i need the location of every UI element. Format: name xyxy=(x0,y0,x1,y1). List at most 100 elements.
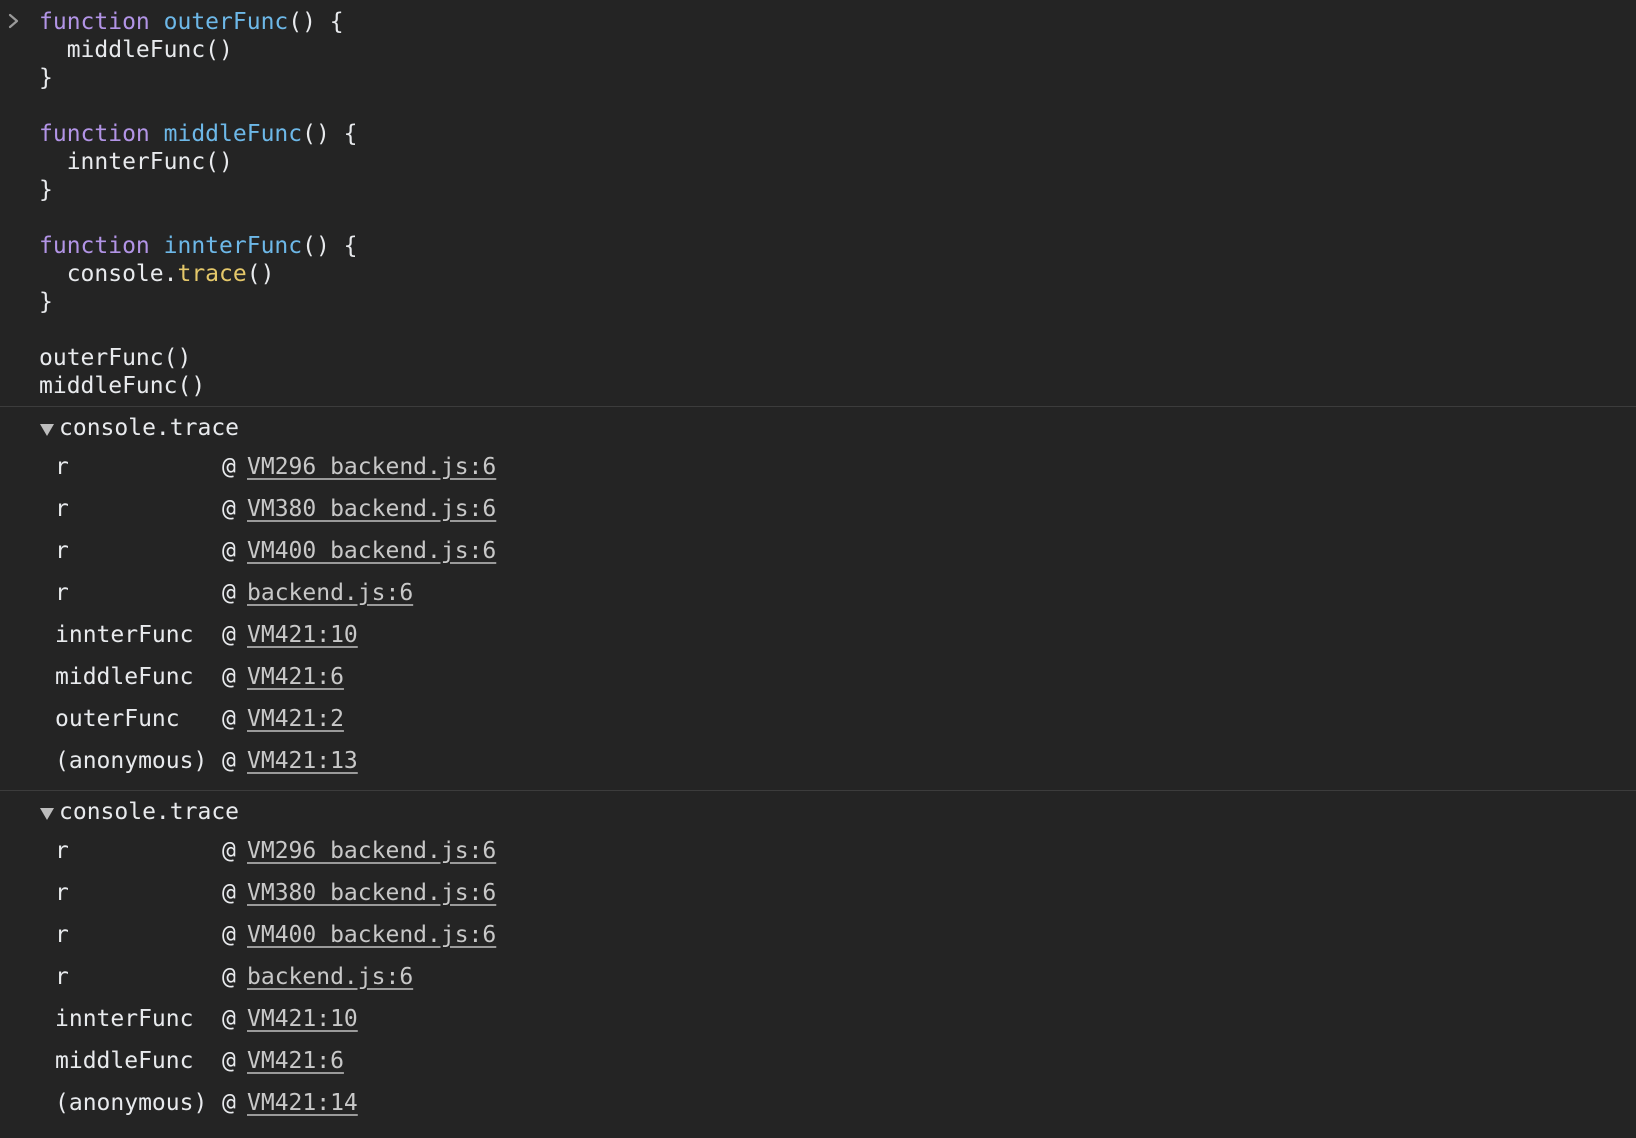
stack-frame-row: middleFunc @ VM421:6 xyxy=(55,656,1636,698)
code-token: function xyxy=(39,9,150,35)
code-line: function innterFunc() { xyxy=(39,232,1636,260)
frame-function-name: innterFunc xyxy=(55,622,194,648)
stack-frame-row: r @ backend.js:6 xyxy=(55,956,1636,998)
frame-at-symbol: @ xyxy=(222,1006,236,1032)
source-link[interactable]: backend.js:6 xyxy=(247,580,413,606)
code-token: outerFunc() xyxy=(39,345,192,371)
source-link[interactable]: VM421:10 xyxy=(247,1006,358,1032)
stack-frame-row: r @ VM400 backend.js:6 xyxy=(55,914,1636,956)
source-link[interactable]: VM296 backend.js:6 xyxy=(247,838,496,864)
code-token: function xyxy=(39,233,150,259)
frame-function-name: middleFunc xyxy=(55,1048,194,1074)
stack-frame-row: outerFunc @ VM421:2 xyxy=(55,698,1636,740)
triangle-down-icon[interactable] xyxy=(40,807,54,820)
code-token: } xyxy=(39,289,53,315)
code-token: trace xyxy=(177,261,247,287)
frame-at-symbol: @ xyxy=(222,922,236,948)
frame-function-name: r xyxy=(55,580,69,606)
code-line: } xyxy=(39,64,1636,92)
stack-frame-row: r @ backend.js:6 xyxy=(55,572,1636,614)
code-line: } xyxy=(39,176,1636,204)
chevron-right-icon xyxy=(6,10,22,32)
stack-frame-row: r @ VM296 backend.js:6 xyxy=(55,446,1636,488)
frame-function-name: r xyxy=(55,922,69,948)
code-line: innterFunc() xyxy=(39,148,1636,176)
source-link[interactable]: VM421:2 xyxy=(247,706,344,732)
code-token: function xyxy=(39,121,150,147)
trace-title: console.trace xyxy=(59,415,240,441)
frame-at-symbol: @ xyxy=(222,580,236,606)
code-line: } xyxy=(39,288,1636,316)
triangle-down-icon[interactable] xyxy=(40,423,54,436)
stack-frame-row: middleFunc @ VM421:6 xyxy=(55,1040,1636,1082)
frame-at-symbol: @ xyxy=(222,748,236,774)
code-line: outerFunc() xyxy=(39,344,1636,372)
stack-frame-row: (anonymous) @ VM421:13 xyxy=(55,740,1636,782)
stack-frames: r @ VM296 backend.js:6 r @ VM380 backend.js:6… xyxy=(0,446,1636,782)
code-token: } xyxy=(39,65,53,91)
frame-function-name: r xyxy=(55,964,69,990)
frame-function-name: outerFunc xyxy=(55,706,180,732)
source-link[interactable]: VM380 backend.js:6 xyxy=(247,496,496,522)
code-line: middleFunc() xyxy=(39,372,1636,400)
code-line: console.trace() xyxy=(39,260,1636,288)
stack-frame-row: r @ VM380 backend.js:6 xyxy=(55,872,1636,914)
stack-frame-row: innterFunc @ VM421:10 xyxy=(55,998,1636,1040)
source-link[interactable]: VM421:10 xyxy=(247,622,358,648)
frame-at-symbol: @ xyxy=(222,1048,236,1074)
frame-at-symbol: @ xyxy=(222,454,236,480)
source-link[interactable]: VM380 backend.js:6 xyxy=(247,880,496,906)
frame-at-symbol: @ xyxy=(222,880,236,906)
source-link[interactable]: VM400 backend.js:6 xyxy=(247,922,496,948)
code-token: innterFunc() xyxy=(39,149,233,175)
frame-at-symbol: @ xyxy=(222,706,236,732)
source-link[interactable]: VM421:14 xyxy=(247,1090,358,1116)
frame-function-name: r xyxy=(55,538,69,564)
trace-output: console.trace r @ VM296 backend.js:6 r @ VM380… xyxy=(0,406,1636,1132)
code-line: middleFunc() xyxy=(39,36,1636,64)
frame-function-name: r xyxy=(55,454,69,480)
trace-toggle[interactable]: console.trace xyxy=(40,796,1636,828)
frame-at-symbol: @ xyxy=(222,964,236,990)
code-token: () { xyxy=(302,121,358,147)
trace-group: console.trace r @ VM296 backend.js:6 r @ VM380… xyxy=(0,407,1636,790)
source-link[interactable]: VM421:6 xyxy=(247,664,344,690)
code-block: function outerFunc() { middleFunc()} func… xyxy=(39,8,1636,400)
frame-function-name: (anonymous) xyxy=(55,1090,208,1116)
stack-frames: r @ VM296 backend.js:6 r @ VM380 backend.js:6… xyxy=(0,830,1636,1124)
trace-title: console.trace xyxy=(59,799,240,825)
source-link[interactable]: VM421:6 xyxy=(247,1048,344,1074)
source-link[interactable]: backend.js:6 xyxy=(247,964,413,990)
trace-group: console.trace r @ VM296 backend.js:6 r @ VM380… xyxy=(0,791,1636,1132)
code-token: () xyxy=(246,261,275,287)
frame-at-symbol: @ xyxy=(222,496,236,522)
trace-toggle[interactable]: console.trace xyxy=(40,412,1636,444)
source-link[interactable]: VM421:13 xyxy=(247,748,358,774)
frame-at-symbol: @ xyxy=(222,1090,236,1116)
code-token: console. xyxy=(39,261,178,287)
source-link[interactable]: VM296 backend.js:6 xyxy=(247,454,496,480)
stack-frame-row: innterFunc @ VM421:10 xyxy=(55,614,1636,656)
code-token: innterFunc xyxy=(163,233,303,259)
frame-at-symbol: @ xyxy=(222,538,236,564)
console-input-entry: function outerFunc() { middleFunc()} func… xyxy=(0,0,1636,406)
stack-frame-row: r @ VM400 backend.js:6 xyxy=(55,530,1636,572)
frame-at-symbol: @ xyxy=(222,664,236,690)
frame-function-name: r xyxy=(55,838,69,864)
source-link[interactable]: VM400 backend.js:6 xyxy=(247,538,496,564)
stack-frame-row: (anonymous) @ VM421:14 xyxy=(55,1082,1636,1124)
stack-frame-row: r @ VM296 backend.js:6 xyxy=(55,830,1636,872)
code-token: () { xyxy=(302,233,358,259)
frame-function-name: r xyxy=(55,496,69,522)
code-line: function middleFunc() { xyxy=(39,120,1636,148)
frame-at-symbol: @ xyxy=(222,622,236,648)
code-token: middleFunc xyxy=(163,121,303,147)
code-token: } xyxy=(39,177,53,203)
devtools-console: function outerFunc() { middleFunc()} func… xyxy=(0,0,1636,1138)
